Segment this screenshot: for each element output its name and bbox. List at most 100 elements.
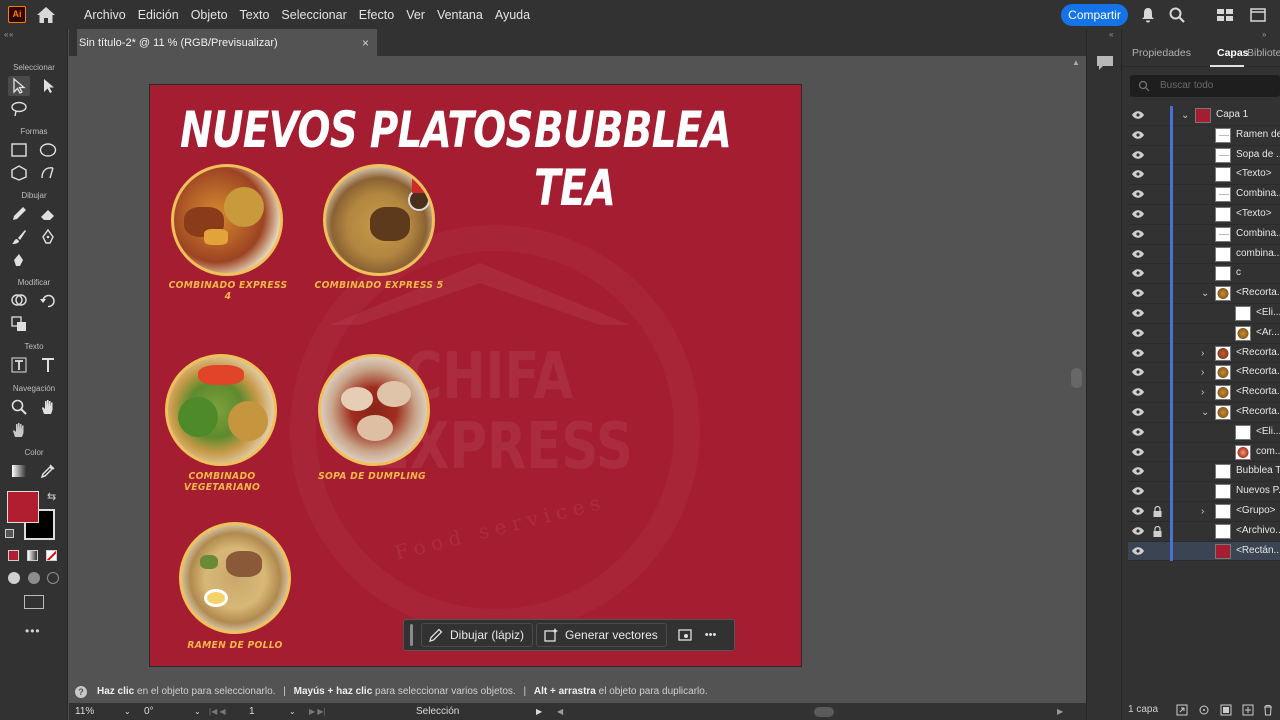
menu-objeto[interactable]: Objeto bbox=[191, 8, 228, 22]
layer-name[interactable]: <Recorta... bbox=[1236, 347, 1280, 358]
draw-normal-icon[interactable] bbox=[8, 572, 20, 584]
first-artboard-icon[interactable]: |◀ ◀ bbox=[209, 705, 226, 719]
chevron-right-icon[interactable]: › bbox=[1201, 348, 1211, 359]
visibility-eye-icon[interactable] bbox=[1132, 190, 1144, 198]
layer-name[interactable]: Capa 1 bbox=[1216, 109, 1248, 120]
layer-row[interactable]: <Texto> bbox=[1128, 204, 1280, 225]
layer-name[interactable]: <Grupo> bbox=[1236, 505, 1275, 516]
none-mode-icon[interactable] bbox=[46, 550, 57, 561]
layer-name[interactable]: <Archivo... bbox=[1236, 525, 1280, 536]
visibility-eye-icon[interactable] bbox=[1132, 309, 1144, 317]
menu-edicion[interactable]: Edición bbox=[138, 8, 179, 22]
layer-row[interactable]: › <Recorta... bbox=[1128, 363, 1280, 384]
tab-capas[interactable]: Capas bbox=[1217, 47, 1249, 59]
visibility-eye-icon[interactable] bbox=[1132, 131, 1144, 139]
layer-row[interactable]: com... bbox=[1128, 442, 1280, 463]
food-image-combinado-4[interactable] bbox=[171, 164, 283, 276]
type-tool[interactable] bbox=[37, 355, 59, 375]
draw-pencil-button[interactable]: Dibujar (lápiz) bbox=[421, 623, 534, 647]
menu-efecto[interactable]: Efecto bbox=[359, 8, 394, 22]
menu-texto[interactable]: Texto bbox=[240, 8, 270, 22]
rotation-dropdown-icon[interactable]: ⌄ bbox=[194, 705, 201, 719]
menu-seleccionar[interactable]: Seleccionar bbox=[281, 8, 346, 22]
chevron-down-icon[interactable]: ⌄ bbox=[1201, 288, 1211, 299]
visibility-eye-icon[interactable] bbox=[1132, 170, 1144, 179]
layer-row[interactable]: <Ar... bbox=[1128, 323, 1280, 344]
gradient-mode-icon[interactable] bbox=[27, 550, 38, 561]
chevron-right-icon[interactable]: › bbox=[1201, 387, 1211, 398]
paintbrush-tool[interactable] bbox=[8, 227, 30, 247]
eraser-tool[interactable] bbox=[37, 204, 59, 224]
visibility-eye-icon[interactable] bbox=[1132, 408, 1144, 416]
layer-row[interactable]: Sopa de ... bbox=[1128, 145, 1280, 166]
layer-row[interactable]: Combina... bbox=[1128, 185, 1280, 205]
layer-name[interactable]: Sopa de ... bbox=[1236, 149, 1280, 160]
layer-name[interactable]: c bbox=[1236, 267, 1241, 278]
scroll-up-icon[interactable]: ▲ bbox=[1072, 58, 1080, 67]
layer-row[interactable]: ⌄ <Recorta... bbox=[1128, 284, 1280, 304]
visibility-eye-icon[interactable] bbox=[1132, 230, 1144, 238]
curvature-tool[interactable] bbox=[8, 250, 30, 270]
document-tab[interactable]: Sin título-2* @ 11 % (RGB/Previsualizar)… bbox=[77, 29, 377, 56]
layer-row[interactable]: › <Recorta... bbox=[1128, 383, 1280, 403]
rectangle-tool[interactable] bbox=[8, 140, 30, 160]
layer-name[interactable]: <Eli... bbox=[1256, 426, 1280, 437]
layer-name[interactable]: com... bbox=[1256, 446, 1280, 457]
visibility-eye-icon[interactable] bbox=[1132, 447, 1144, 456]
layer-name[interactable]: Combina... bbox=[1236, 188, 1280, 199]
visibility-eye-icon[interactable] bbox=[1132, 329, 1144, 337]
pencil-tool[interactable] bbox=[8, 204, 30, 224]
workspace-icon[interactable] bbox=[1216, 6, 1234, 24]
chevron-right-icon[interactable]: › bbox=[1201, 367, 1211, 378]
collapse-icon[interactable]: « bbox=[4, 30, 8, 39]
menu-ayuda[interactable]: Ayuda bbox=[495, 8, 530, 22]
draw-behind-icon[interactable] bbox=[28, 572, 40, 584]
layer-name[interactable]: <Ar... bbox=[1256, 327, 1280, 338]
vertical-scroll-thumb[interactable] bbox=[1071, 368, 1082, 388]
color-mode-icon[interactable] bbox=[8, 550, 19, 561]
menu-ver[interactable]: Ver bbox=[406, 8, 425, 22]
layer-row[interactable]: ⌄ Capa 1 bbox=[1128, 106, 1280, 126]
artboard-number-field[interactable]: 1 bbox=[249, 705, 289, 719]
visibility-eye-icon[interactable] bbox=[1132, 249, 1144, 258]
gradient-tool[interactable] bbox=[8, 461, 30, 481]
scroll-left-icon[interactable]: ◀ bbox=[557, 705, 563, 719]
visibility-eye-icon[interactable] bbox=[1132, 388, 1144, 396]
tab-propiedades[interactable]: Propiedades bbox=[1132, 47, 1191, 59]
layer-row[interactable]: › <Recorta... bbox=[1128, 343, 1280, 364]
layer-row[interactable]: combina... bbox=[1128, 244, 1280, 265]
home-icon[interactable] bbox=[36, 6, 56, 24]
search-icon[interactable] bbox=[1168, 6, 1186, 24]
visibility-eye-icon[interactable] bbox=[1132, 507, 1144, 515]
default-colors-icon[interactable] bbox=[5, 529, 14, 538]
layer-name[interactable]: Bubblea T... bbox=[1236, 465, 1280, 476]
comments-icon[interactable] bbox=[1096, 55, 1114, 71]
image-settings-icon[interactable] bbox=[677, 627, 693, 643]
layer-row[interactable]: c bbox=[1128, 264, 1280, 285]
visibility-eye-icon[interactable] bbox=[1132, 269, 1144, 278]
visibility-eye-icon[interactable] bbox=[1132, 428, 1144, 436]
layer-row[interactable]: <Eli... bbox=[1128, 303, 1280, 324]
layer-name[interactable]: <Texto> bbox=[1236, 168, 1272, 179]
rotate-tool[interactable] bbox=[37, 291, 59, 311]
layer-row[interactable]: <Archivo... bbox=[1128, 521, 1280, 542]
layer-name[interactable]: Combina... bbox=[1236, 228, 1280, 239]
layer-row[interactable]: <Texto> bbox=[1128, 165, 1280, 186]
drag-handle[interactable] bbox=[410, 624, 413, 646]
zoom-tool[interactable] bbox=[8, 397, 30, 417]
lock-icon[interactable] bbox=[1153, 525, 1162, 537]
layer-row[interactable]: › <Grupo> bbox=[1128, 501, 1280, 522]
close-tab-icon[interactable]: × bbox=[362, 30, 369, 57]
draw-inside-icon[interactable] bbox=[47, 572, 59, 584]
layers-search-input[interactable]: Buscar todo bbox=[1130, 75, 1280, 97]
generate-vectors-button[interactable]: Generar vectores bbox=[536, 623, 667, 647]
layer-name[interactable]: <Recorta... bbox=[1236, 406, 1280, 417]
rotation-field[interactable]: 0° bbox=[144, 705, 194, 719]
fill-swatch[interactable] bbox=[7, 491, 39, 523]
export-icon[interactable] bbox=[1176, 704, 1188, 716]
layer-row[interactable]: Bubblea T... bbox=[1128, 462, 1280, 483]
visibility-eye-icon[interactable] bbox=[1132, 368, 1144, 377]
food-image-ramen-pollo[interactable] bbox=[179, 522, 291, 634]
layer-row[interactable]: Ramen de... bbox=[1128, 125, 1280, 146]
food-image-sopa-dumpling[interactable] bbox=[318, 354, 430, 466]
